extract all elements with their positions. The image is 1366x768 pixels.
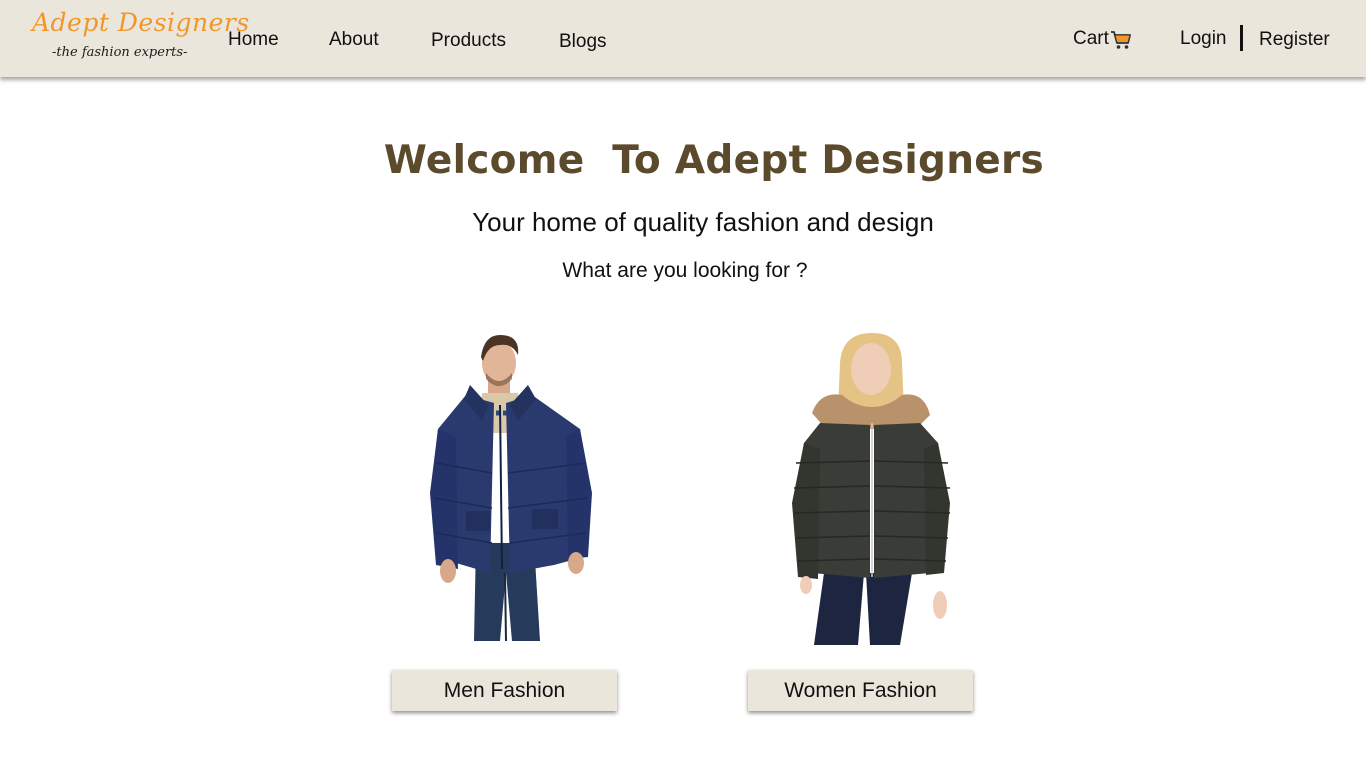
women-fashion-button[interactable]: Women Fashion: [748, 670, 973, 711]
register-link[interactable]: Register: [1259, 29, 1330, 51]
nav-home-link[interactable]: Home: [228, 29, 279, 51]
nav-blogs-link[interactable]: Blogs: [559, 31, 607, 53]
welcome-heading: Welcome To Adept Designers: [383, 138, 1045, 183]
brand-name: Adept Designers: [32, 8, 250, 37]
men-fashion-button[interactable]: Men Fashion: [392, 670, 617, 711]
nav-products-link[interactable]: Products: [431, 30, 506, 52]
shopping-cart-icon: [1110, 31, 1131, 49]
login-link[interactable]: Login: [1180, 28, 1227, 50]
women-fashion-image[interactable]: [790, 333, 955, 648]
brand-logo[interactable]: Adept Designers -the fashion experts-: [30, 8, 249, 72]
men-fashion-image[interactable]: [426, 333, 596, 643]
cart-link[interactable]: Cart: [1073, 28, 1132, 50]
cart-label: Cart: [1073, 28, 1109, 49]
hero-subtitle: Your home of quality fashion and design: [472, 207, 934, 237]
nav-divider: [1240, 25, 1243, 51]
hero-question: What are you looking for ?: [562, 259, 808, 282]
brand-tagline: -the fashion experts-: [52, 45, 188, 60]
nav-about-link[interactable]: About: [329, 29, 379, 51]
navbar: Adept Designers -the fashion experts- Ho…: [0, 0, 1366, 77]
